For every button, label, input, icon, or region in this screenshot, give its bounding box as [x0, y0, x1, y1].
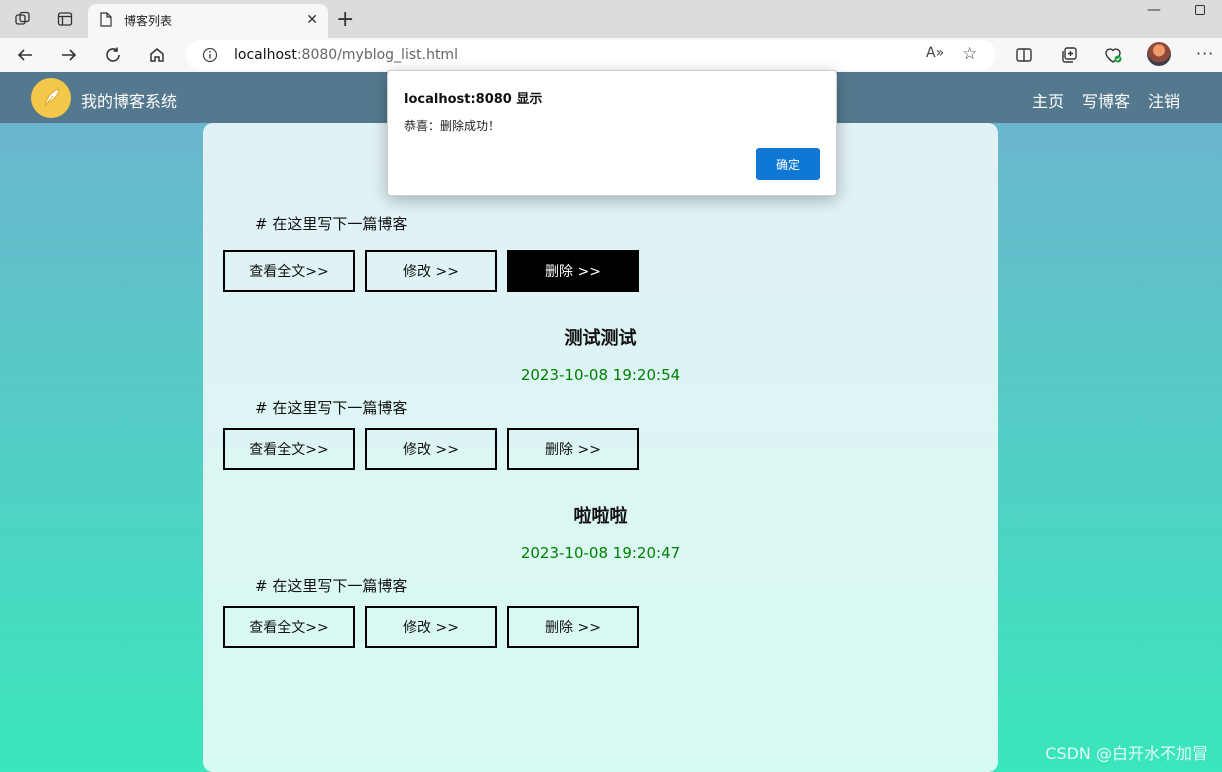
vertical-tabs-icon[interactable]: [54, 8, 76, 30]
alert-dialog: localhost:8080 显示 恭喜：删除成功！ 确定: [387, 70, 837, 196]
blog-date: 2023-10-08 19:20:54: [520, 366, 681, 384]
blog-actions: 查看全文>> 修改 >> 删除 >>: [223, 428, 639, 470]
url-text: localhost:8080/myblog_list.html: [234, 47, 458, 63]
collections-icon[interactable]: [1058, 44, 1080, 66]
profile-avatar[interactable]: [1147, 42, 1171, 66]
nav-logout-link[interactable]: 注销: [1148, 88, 1180, 112]
document-icon: [100, 12, 112, 31]
site-title: 我的博客系统: [81, 92, 178, 111]
refresh-icon[interactable]: [102, 44, 124, 66]
delete-button[interactable]: 删除 >>: [507, 428, 639, 470]
view-full-button[interactable]: 查看全文>>: [223, 250, 355, 292]
view-full-button[interactable]: 查看全文>>: [223, 428, 355, 470]
dialog-ok-button[interactable]: 确定: [756, 148, 820, 180]
nav-links: 主页 写博客 注销: [1032, 88, 1180, 112]
browser-toolbar: localhost:8080/myblog_list.html A» ☆ ···: [0, 38, 1222, 72]
browser-tab-bar: 博客列表 ✕ + —: [0, 0, 1222, 38]
maximize-icon[interactable]: [1195, 5, 1205, 15]
blog-desc: # 在这里写下一篇博客: [255, 215, 408, 233]
edit-button[interactable]: 修改 >>: [365, 428, 497, 470]
blog-list-container: 2023-10-08 20:49:18 # 在这里写下一篇博客 查看全文>> 修…: [203, 123, 998, 772]
split-screen-icon[interactable]: [1013, 44, 1035, 66]
blog-desc: # 在这里写下一篇博客: [255, 577, 408, 595]
blog-desc: # 在这里写下一篇博客: [255, 399, 408, 417]
close-tab-icon[interactable]: ✕: [306, 12, 318, 28]
site-logo-icon: [31, 78, 71, 118]
nav-write-blog-link[interactable]: 写博客: [1082, 88, 1130, 112]
more-options-icon[interactable]: ···: [1196, 44, 1214, 63]
delete-button[interactable]: 删除 >>: [507, 606, 639, 648]
edit-button[interactable]: 修改 >>: [365, 250, 497, 292]
blog-title: 啦啦啦: [573, 506, 628, 527]
edit-button[interactable]: 修改 >>: [365, 606, 497, 648]
forward-icon[interactable]: [58, 44, 80, 66]
blog-title: 测试测试: [564, 328, 637, 349]
blog-date: 2023-10-08 19:20:47: [520, 544, 681, 562]
browser-tab[interactable]: 博客列表 ✕: [88, 4, 328, 38]
read-aloud-icon[interactable]: A»: [926, 45, 944, 61]
delete-button[interactable]: 删除 >>: [507, 250, 639, 292]
dialog-message: 恭喜：删除成功！: [404, 119, 501, 133]
address-bar[interactable]: localhost:8080/myblog_list.html A» ☆: [186, 40, 996, 70]
minimize-icon[interactable]: —: [1147, 2, 1161, 18]
blog-actions: 查看全文>> 修改 >> 删除 >>: [223, 250, 639, 292]
nav-home-link[interactable]: 主页: [1032, 88, 1064, 112]
browser-essentials-icon[interactable]: [1102, 44, 1124, 66]
site-info-icon[interactable]: [202, 47, 218, 67]
view-full-button[interactable]: 查看全文>>: [223, 606, 355, 648]
back-icon[interactable]: [14, 44, 36, 66]
dialog-title: localhost:8080 显示: [404, 92, 543, 107]
new-tab-icon[interactable]: +: [336, 7, 354, 32]
workspaces-icon[interactable]: [12, 8, 34, 30]
blog-actions: 查看全文>> 修改 >> 删除 >>: [223, 606, 639, 648]
favorite-star-icon[interactable]: ☆: [962, 44, 977, 64]
tab-title: 博客列表: [124, 14, 173, 28]
home-icon[interactable]: [146, 44, 168, 66]
watermark: CSDN @白开水不加冒: [1045, 744, 1208, 763]
